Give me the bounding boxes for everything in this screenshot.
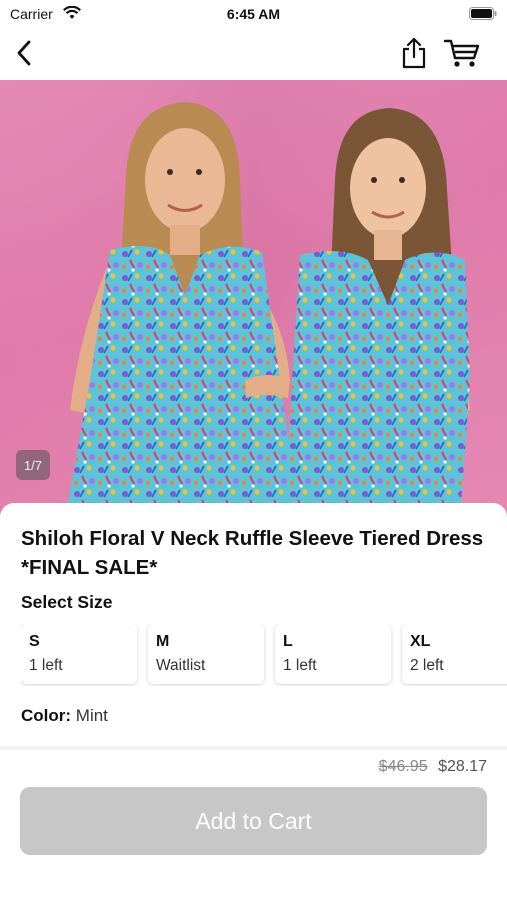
status-bar: Carrier 6:45 AM: [0, 0, 507, 28]
size-stock: Waitlist: [156, 657, 206, 674]
color-row: Color: Mint: [21, 706, 108, 726]
size-name: XL: [410, 633, 431, 650]
size-name: M: [156, 633, 170, 650]
product-image[interactable]: 1/7: [0, 80, 507, 520]
share-icon[interactable]: [398, 36, 430, 70]
image-page-indicator: 1/7: [16, 450, 50, 480]
size-option-xl[interactable]: XL 2 left: [402, 624, 507, 684]
size-stock: 1 left: [29, 657, 63, 674]
divider: [0, 746, 507, 750]
size-option-s[interactable]: S 1 left: [21, 624, 137, 684]
price-row: $46.95 $28.17: [379, 758, 487, 776]
original-price: $46.95: [378, 758, 428, 775]
add-to-cart-button[interactable]: Add to Cart: [20, 787, 487, 855]
size-name: L: [283, 633, 293, 650]
size-options: S 1 left M Waitlist L 1 left XL 2 left: [21, 624, 507, 686]
product-info-sheet: Shiloh Floral V Neck Ruffle Sleeve Tiere…: [0, 503, 507, 748]
size-option-l[interactable]: L 1 left: [275, 624, 391, 684]
color-value: Mint: [75, 706, 108, 725]
select-size-label: Select Size: [21, 592, 113, 612]
size-stock: 1 left: [283, 657, 317, 674]
product-photo-illustration: [0, 80, 507, 520]
status-time: 6:45 AM: [226, 6, 281, 22]
cart-icon[interactable]: [443, 36, 481, 70]
size-name: S: [29, 633, 40, 650]
size-stock: 2 left: [410, 657, 444, 674]
back-chevron-icon[interactable]: [12, 38, 38, 68]
size-option-m[interactable]: M Waitlist: [148, 624, 264, 684]
battery-icon: [469, 7, 497, 20]
product-title: Shiloh Floral V Neck Ruffle Sleeve Tiere…: [21, 527, 484, 579]
nav-bar: [0, 28, 507, 78]
color-label: Color:: [21, 706, 72, 725]
sale-price: $28.17: [438, 758, 487, 775]
